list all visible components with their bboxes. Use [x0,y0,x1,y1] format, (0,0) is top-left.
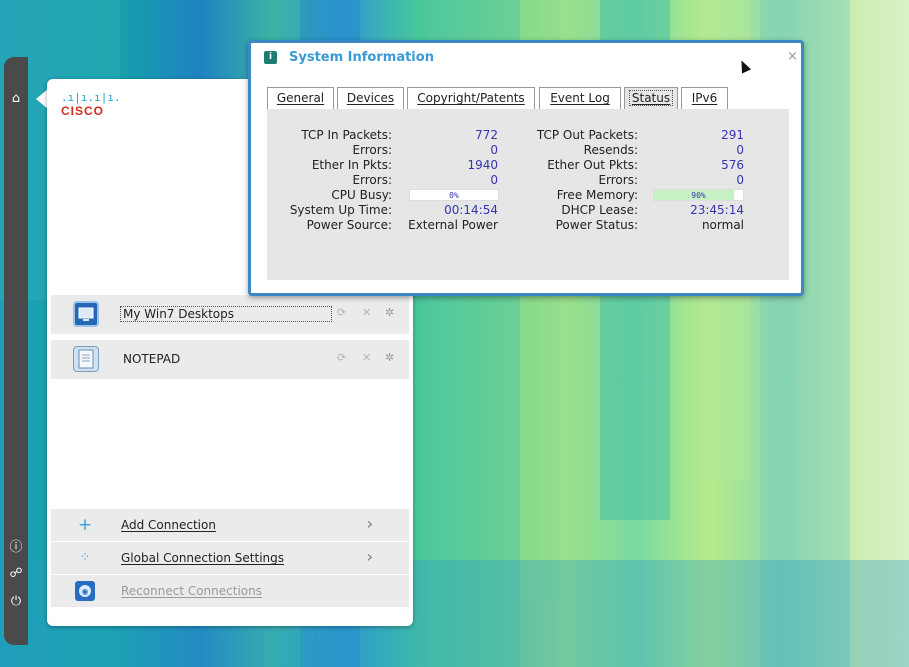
ether-in-pkts-label: Ether In Pkts: [311,158,392,172]
status-panel: TCP In Packets: 772 Errors: 0 Ether In P… [267,109,789,280]
connection-label[interactable]: NOTEPAD [121,352,182,366]
cisco-logo-text: CISCO [61,104,105,118]
plus-icon: + [77,515,93,535]
close-icon[interactable]: × [787,49,798,64]
refresh-icon[interactable]: ⟳ [337,351,346,364]
share-icon[interactable]: ☍ [4,565,28,583]
reconnect-icon: ◉ [73,580,97,602]
tcp-out-packets-label: TCP Out Packets: [536,128,638,142]
tab-ipv6[interactable]: IPv6 [681,87,728,109]
gear-icon[interactable]: ✲ [385,306,394,319]
tab-devices[interactable]: Devices [337,87,404,109]
tcp-out-packets-value: 291 [721,128,744,142]
free-memory-bar: 90% [653,189,744,201]
gear-icon[interactable]: ✲ [385,351,394,364]
global-settings-row[interactable]: ⁘ Global Connection Settings › [51,542,409,575]
ether-out-pkts-label: Ether Out Pkts: [547,158,638,172]
resends-value: 0 [736,143,744,157]
add-connection-row[interactable]: + Add Connection › [51,509,409,542]
system-up-time-label: System Up Time: [289,203,392,217]
ether-out-pkts-value: 576 [721,158,744,172]
connection-row-notepad[interactable]: NOTEPAD ⟳ ✕ ✲ [51,340,409,379]
free-memory-value: 90% [691,191,706,200]
close-icon[interactable]: ✕ [362,351,371,364]
dialog-title: System Information [289,50,434,65]
ether-in-errors-label: Errors: [352,173,392,187]
power-status-label: Power Status: [555,218,638,232]
dhcp-lease-label: DHCP Lease: [561,203,638,217]
global-settings-label[interactable]: Global Connection Settings [121,551,284,565]
power-status-value: normal [701,218,744,232]
reconnect-row[interactable]: ◉ Reconnect Connections [51,575,409,608]
remote-desktop-icon [73,301,99,327]
notepad-icon [73,346,99,372]
reconnect-label[interactable]: Reconnect Connections [121,584,262,598]
ether-out-errors-value: 0 [736,173,744,187]
ether-in-pkts-value: 1940 [467,158,498,172]
free-memory-label: Free Memory: [556,188,638,202]
chevron-right-icon[interactable]: › [367,547,373,566]
launcher-actions: + Add Connection › ⁘ Global Connection S… [51,509,409,608]
power-source-label: Power Source: [306,218,392,232]
tab-general[interactable]: General [267,87,334,109]
system-information-dialog: i System Information × General Devices C… [248,40,804,296]
cpu-busy-value: 0% [449,191,459,200]
cpu-busy-label: CPU Busy: [331,188,392,202]
tab-status-label: Status [628,90,674,106]
side-rail: ⌂ ⓘ ☍ ⏻ [4,57,28,645]
info-icon[interactable]: ⓘ [4,539,28,557]
tcp-in-errors-label: Errors: [352,143,392,157]
tcp-in-packets-label: TCP In Packets: [301,128,392,142]
power-source-value: External Power [408,218,498,232]
tab-status[interactable]: Status [624,87,678,109]
tcp-in-errors-value: 0 [490,143,498,157]
chevron-right-icon[interactable]: › [367,514,373,533]
dhcp-lease-value: 23:45:14 [690,203,744,217]
cisco-logo: .ı|ı.ı|ı. CISCO [61,92,131,122]
system-up-time-value: 00:14:54 [444,203,498,217]
add-connection-label[interactable]: Add Connection [121,518,216,532]
tcp-in-packets-value: 772 [475,128,498,142]
svg-text:◉: ◉ [82,587,89,596]
settings-icon: ⁘ [79,550,91,565]
cisco-logo-bars: .ı|ı.ı|ı. [61,91,121,104]
resends-label: Resends: [583,143,638,157]
ether-out-errors-label: Errors: [598,173,638,187]
close-icon[interactable]: ✕ [362,306,371,319]
connection-list: My Win7 Desktops ⟳ ✕ ✲ NOTEPAD ⟳ ✕ ✲ [51,295,409,385]
connection-row-win7[interactable]: My Win7 Desktops ⟳ ✕ ✲ [51,295,409,334]
refresh-icon[interactable]: ⟳ [337,306,346,319]
connection-label[interactable]: My Win7 Desktops [120,306,332,322]
cpu-busy-bar: 0% [409,189,499,201]
ether-in-errors-value: 0 [490,173,498,187]
power-icon[interactable]: ⏻ [4,593,28,611]
home-icon[interactable]: ⌂ [4,90,28,108]
info-icon: i [264,51,277,64]
tab-copyright-patents[interactable]: Copyright/Patents [407,87,535,109]
tab-event-log[interactable]: Event Log [539,87,621,109]
